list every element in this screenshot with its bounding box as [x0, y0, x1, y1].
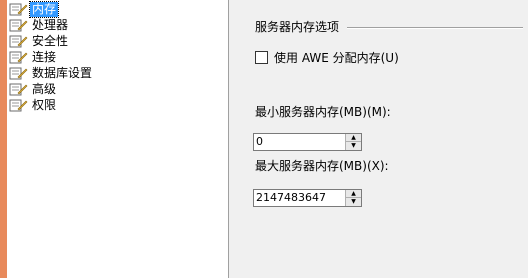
spin-down-button[interactable]: ▼	[346, 198, 361, 206]
page-icon	[9, 35, 28, 48]
page-icon	[9, 51, 28, 64]
page-item-memory[interactable]: 内存	[7, 0, 228, 18]
max-memory-spinner: ▲ ▼	[345, 190, 361, 206]
page-icon	[9, 3, 28, 16]
spin-up-button[interactable]: ▲	[346, 190, 361, 198]
spin-up-button[interactable]: ▲	[346, 134, 361, 142]
page-item-connections[interactable]: 连接	[7, 49, 228, 65]
arrow-up-icon: ▲	[351, 133, 356, 141]
min-memory-input[interactable]: 0 ▲ ▼	[253, 133, 362, 151]
page-icon	[9, 67, 28, 80]
memory-options-panel: 服务器内存选项 使用 AWE 分配内存(U) 最小服务器内存(MB)(M): 0…	[229, 0, 528, 278]
page-item-advanced[interactable]: 高级	[7, 81, 228, 97]
nav-item-label: 连接	[32, 49, 57, 64]
page-item-security[interactable]: 安全性	[7, 33, 228, 49]
max-memory-value: 2147483647	[256, 191, 326, 204]
select-page-pane: 内存 处理器 安全性 连接 数据库设置 高级 权限	[7, 0, 229, 278]
page-item-permissions[interactable]: 权限	[7, 97, 228, 113]
awe-checkbox-label: 使用 AWE 分配内存(U)	[274, 51, 399, 65]
page-icon	[9, 99, 28, 112]
page-icon	[9, 19, 28, 32]
arrow-up-icon: ▲	[351, 189, 356, 197]
window-edge-strip	[0, 0, 7, 278]
max-memory-input[interactable]: 2147483647 ▲ ▼	[253, 189, 362, 207]
nav-item-label: 内存	[28, 0, 60, 18]
page-item-processors[interactable]: 处理器	[7, 17, 228, 33]
nav-item-label: 处理器	[32, 17, 69, 32]
max-memory-label: 最大服务器内存(MB)(X):	[255, 159, 389, 173]
min-memory-spinner: ▲ ▼	[345, 134, 361, 150]
nav-item-label: 高级	[32, 81, 57, 96]
awe-option[interactable]: 使用 AWE 分配内存(U)	[255, 49, 399, 66]
page-icon	[9, 83, 28, 96]
nav-item-label: 权限	[32, 97, 57, 112]
nav-item-label: 安全性	[32, 33, 69, 48]
page-list: 内存 处理器 安全性 连接 数据库设置 高级 权限	[7, 0, 228, 113]
awe-checkbox[interactable]	[255, 51, 268, 64]
nav-item-label: 数据库设置	[32, 65, 93, 80]
group-title: 服务器内存选项	[255, 20, 340, 34]
min-memory-label: 最小服务器内存(MB)(M):	[255, 105, 391, 119]
arrow-down-icon: ▼	[351, 198, 356, 205]
spin-down-button[interactable]: ▼	[346, 142, 361, 150]
min-memory-value: 0	[256, 135, 263, 148]
group-divider	[347, 27, 523, 29]
arrow-down-icon: ▼	[351, 142, 356, 149]
page-item-database-settings[interactable]: 数据库设置	[7, 65, 228, 81]
